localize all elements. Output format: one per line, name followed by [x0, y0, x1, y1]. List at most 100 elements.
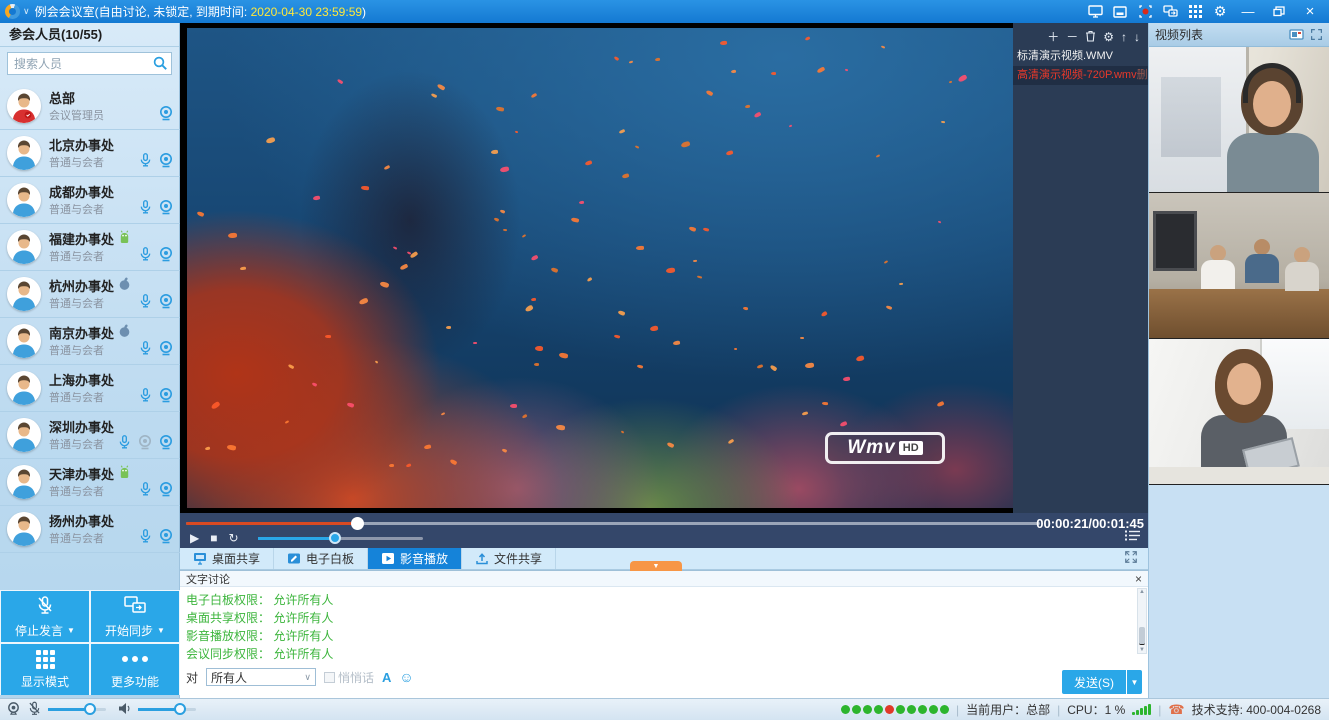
playlist-item-selected[interactable]: 高清演示视频-720P.wmv删除 — [1013, 66, 1148, 85]
seek-bar[interactable] — [186, 522, 1040, 525]
screen-share-icon[interactable] — [1087, 5, 1103, 19]
stop-button[interactable]: ■ — [210, 531, 217, 545]
camera-icon[interactable] — [158, 105, 174, 124]
move-down-button[interactable]: ↓ — [1134, 32, 1140, 42]
tab-whiteboard[interactable]: 电子白板 — [274, 548, 368, 569]
participant-row[interactable]: 扬州办事处普通与会者 — [0, 506, 180, 553]
stop-speaking-button[interactable]: 停止发言▼ — [1, 591, 89, 642]
participant-role: 普通与会者 — [49, 342, 104, 358]
participant-row[interactable]: 天津办事处普通与会者 — [0, 459, 180, 506]
seek-thumb[interactable] — [351, 517, 364, 530]
camera-icon[interactable] — [158, 246, 174, 265]
start-sync-button[interactable]: 开始同步▼ — [91, 591, 179, 642]
search-icon[interactable] — [153, 56, 168, 74]
send-button[interactable]: 发送(S) — [1062, 670, 1126, 694]
camera-icon[interactable] — [158, 152, 174, 171]
network-dot — [918, 705, 927, 714]
tab-media-playback[interactable]: 影音播放 — [368, 548, 462, 569]
camera-icon[interactable] — [158, 387, 174, 406]
checkbox-icon[interactable] — [324, 672, 335, 683]
chat-scrollbar[interactable]: ▲▼ — [1137, 588, 1147, 654]
close-button[interactable]: × — [1299, 4, 1321, 20]
participant-role: 普通与会者 — [49, 201, 104, 217]
emoji-button[interactable]: ☺ — [399, 669, 413, 685]
more-functions-button[interactable]: 更多功能 — [91, 644, 179, 695]
camera-icon[interactable] — [158, 434, 174, 453]
volume-thumb[interactable] — [329, 532, 341, 544]
mic-icon[interactable] — [138, 387, 153, 406]
participant-row[interactable]: 总部会议管理员 — [0, 83, 180, 130]
move-up-button[interactable]: ↑ — [1121, 32, 1127, 42]
playlist-item[interactable]: 标清演示视频.WMV — [1013, 47, 1148, 66]
font-button[interactable]: A — [382, 670, 391, 685]
trash-icon[interactable] — [1085, 30, 1096, 43]
collapse-chat-handle[interactable]: ▼ — [630, 561, 682, 571]
window-title: 例会会议室(自由讨论, 未锁定, 到期时间: 2020-04-30 23:59:… — [35, 3, 366, 20]
delete-item-link[interactable]: 删除 — [1137, 66, 1148, 85]
camera-status-icon[interactable] — [6, 701, 21, 719]
participant-row[interactable]: 深圳办事处普通与会者 — [0, 412, 180, 459]
volume-slider[interactable] — [258, 537, 423, 540]
recipient-select[interactable]: 所有人∨ — [206, 668, 316, 686]
speaker-icon[interactable] — [118, 702, 132, 718]
participant-row[interactable]: 成都办事处普通与会者 — [0, 177, 180, 224]
participant-row[interactable]: 北京办事处普通与会者 — [0, 130, 180, 177]
mic-icon[interactable] — [138, 199, 153, 218]
restore-button[interactable] — [1268, 4, 1290, 20]
send-options-caret[interactable]: ▼ — [1127, 670, 1142, 694]
whisper-checkbox[interactable]: 悄悄话 — [324, 669, 374, 686]
record-icon[interactable] — [1137, 5, 1153, 19]
speaker-volume-slider[interactable] — [138, 708, 196, 711]
playlist-toggle-icon[interactable] — [1125, 530, 1140, 544]
chat-close-icon[interactable]: × — [1135, 574, 1142, 584]
mic-icon[interactable] — [138, 152, 153, 171]
apple-icon — [118, 277, 131, 294]
expand-chat-icon[interactable] — [1124, 550, 1138, 567]
mic-icon[interactable] — [138, 293, 153, 312]
playlist-settings-icon[interactable]: ⚙ — [1103, 32, 1114, 42]
remove-media-button[interactable]: － — [1066, 32, 1078, 42]
video-thumbnail-2[interactable] — [1149, 193, 1329, 339]
play-button[interactable]: ▶ — [190, 531, 199, 545]
loop-button[interactable]: ↻ — [228, 531, 238, 545]
network-sync-icon[interactable] — [1162, 5, 1178, 19]
add-media-button[interactable]: ＋ — [1047, 32, 1059, 42]
tab-desktop-share[interactable]: 桌面共享 — [180, 548, 274, 569]
camera-icon[interactable] — [158, 481, 174, 500]
participant-row[interactable]: 上海办事处普通与会者 — [0, 365, 180, 412]
permission-message: 电子白板权限： 允许所有人 — [186, 591, 1142, 609]
camera-icon[interactable] — [158, 528, 174, 547]
mic-icon[interactable] — [138, 481, 153, 500]
wmv-hd-watermark: WmvHD — [825, 432, 945, 464]
video-thumbnail-1[interactable] — [1149, 47, 1329, 193]
chevron-down-icon[interactable]: ∨ — [23, 6, 30, 17]
tab-file-share[interactable]: 文件共享 — [462, 548, 556, 569]
mic-icon[interactable] — [138, 528, 153, 547]
mic-icon[interactable] — [138, 246, 153, 265]
participant-row[interactable]: 福建办事处普通与会者 — [0, 224, 180, 271]
expand-panel-icon[interactable] — [1310, 28, 1323, 41]
layout-grid-icon[interactable] — [1187, 5, 1203, 19]
android-icon — [118, 465, 131, 482]
mic-muted-status-icon[interactable] — [27, 701, 42, 719]
video-player[interactable]: WmvHD — [180, 23, 1013, 513]
camera-icon[interactable] — [158, 199, 174, 218]
display-mode-button[interactable]: 显示模式 — [1, 644, 89, 695]
settings-gear-icon[interactable]: ⚙ — [1212, 5, 1228, 19]
playlist-toolbar: ＋ － ⚙ ↑ ↓ — [1013, 23, 1148, 47]
mic-icon[interactable] — [117, 434, 132, 453]
participant-role: 普通与会者 — [49, 154, 104, 170]
minimize-button[interactable]: — — [1237, 4, 1259, 20]
mic-volume-slider[interactable] — [48, 708, 106, 711]
participant-row[interactable]: 杭州办事处普通与会者 — [0, 271, 180, 318]
mic-icon[interactable] — [138, 340, 153, 359]
search-input[interactable] — [7, 52, 172, 75]
window-mode-icon[interactable] — [1112, 5, 1128, 19]
participant-row[interactable]: 南京办事处普通与会者 — [0, 318, 180, 365]
camera-disabled-icon[interactable] — [137, 434, 153, 453]
video-mode-icon[interactable] — [1289, 29, 1304, 41]
camera-icon[interactable] — [158, 340, 174, 359]
camera-icon[interactable] — [158, 293, 174, 312]
video-thumbnail-3[interactable] — [1149, 339, 1329, 485]
chevron-down-icon: ∨ — [304, 672, 311, 683]
